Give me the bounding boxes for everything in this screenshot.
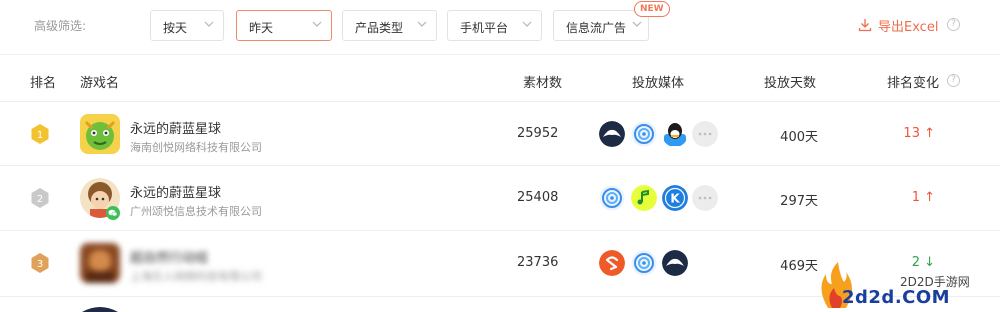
silver-rank-badge-icon: 2 xyxy=(31,188,49,208)
game-name[interactable]: 永远的蔚蓝星球 xyxy=(130,118,221,137)
gold-rank-badge-icon: 1 xyxy=(31,124,49,144)
bronze-rank-badge-icon: 3 xyxy=(31,253,49,273)
qq-penguin-icon[interactable] xyxy=(662,121,688,147)
filter-label: 高级筛选: xyxy=(34,19,87,33)
swirl-icon[interactable] xyxy=(599,185,625,211)
filter-bar: 高级筛选: 按天 昨天 产品类型 手机平台 信息流广告 NEW 导出Excel … xyxy=(0,0,1000,52)
material-count: 25952 xyxy=(517,126,559,141)
material-count: 25408 xyxy=(517,190,559,205)
game-icon[interactable] xyxy=(80,114,120,154)
chevron-down-icon xyxy=(204,21,214,27)
table-row[interactable]: 2 永远的蔚蓝星球 广州颂悦信息技术有限公司 25408 K 297天 1 ↑ xyxy=(0,166,1000,230)
launch-days: 400天 xyxy=(780,130,818,145)
platform-dropdown-label: 手机平台 xyxy=(460,21,509,35)
header-count: 素材数 xyxy=(523,76,563,91)
header-rank: 排名 xyxy=(30,76,57,91)
orange-arrow-icon[interactable] xyxy=(599,250,625,276)
green-creature-icon xyxy=(80,114,120,154)
divider xyxy=(0,54,1000,55)
export-excel-label: 导出Excel xyxy=(878,20,939,35)
chevron-down-icon xyxy=(632,21,642,27)
feed-ad-dropdown-label: 信息流广告 xyxy=(566,21,627,35)
table-row[interactable]: 1 永远的蔚蓝星球 海南创悦网络科技有限公司 25952 400天 13 ↑ xyxy=(0,102,1000,166)
svg-text:3: 3 xyxy=(37,259,43,270)
game-name[interactable]: 永远的蔚蓝星球 xyxy=(130,182,221,201)
k-icon[interactable]: K xyxy=(662,185,688,211)
product-type-dropdown-label: 产品类型 xyxy=(355,21,404,35)
svg-text:2: 2 xyxy=(37,194,43,205)
new-badge: NEW xyxy=(634,1,670,17)
game-company: 广州颂悦信息技术有限公司 xyxy=(130,205,262,218)
product-type-dropdown[interactable]: 产品类型 xyxy=(342,10,437,41)
game-company: 上海巨人网络科技有限公司 xyxy=(130,270,262,283)
platform-dropdown[interactable]: 手机平台 xyxy=(447,10,542,41)
swirl-icon[interactable] xyxy=(631,250,657,276)
download-icon xyxy=(858,19,872,32)
svg-text:K: K xyxy=(670,192,680,206)
wechat-badge-icon xyxy=(106,206,120,220)
game-company: 海南创悦网络科技有限公司 xyxy=(130,141,262,154)
more-icon[interactable] xyxy=(692,121,718,147)
help-icon[interactable]: ? xyxy=(947,74,960,87)
game-icon[interactable] xyxy=(80,243,120,283)
date-dropdown[interactable]: 昨天 xyxy=(236,10,332,41)
header-game: 游戏名 xyxy=(80,76,120,91)
game-name[interactable]: 超自然行动组 xyxy=(130,247,208,266)
partial-game-icon xyxy=(82,307,118,312)
help-icon[interactable]: ? xyxy=(947,18,960,31)
period-dropdown-label: 按天 xyxy=(163,21,188,35)
blurred-game-icon xyxy=(80,243,120,283)
period-dropdown[interactable]: 按天 xyxy=(150,10,224,41)
swirl-icon[interactable] xyxy=(631,121,657,147)
watermark-domain: 2d2d.COM xyxy=(842,287,951,308)
eagle-icon[interactable] xyxy=(662,250,688,276)
header-change: 排名变化 xyxy=(887,76,940,91)
svg-text:1: 1 xyxy=(37,130,43,141)
header-days: 投放天数 xyxy=(764,76,817,91)
material-count: 23736 xyxy=(517,255,559,270)
rank-change: 1 ↑ xyxy=(911,190,935,205)
feed-ad-dropdown[interactable]: 信息流广告 xyxy=(553,10,649,41)
launch-days: 297天 xyxy=(780,194,818,209)
more-icon[interactable] xyxy=(692,185,718,211)
date-dropdown-label: 昨天 xyxy=(249,21,274,35)
green-note-icon[interactable] xyxy=(631,185,657,211)
header-media: 投放媒体 xyxy=(632,76,685,91)
eagle-icon[interactable] xyxy=(599,121,625,147)
chevron-down-icon xyxy=(417,21,427,27)
chevron-down-icon xyxy=(522,21,532,27)
rank-change: 13 ↑ xyxy=(903,126,935,141)
chevron-down-icon xyxy=(312,21,322,27)
